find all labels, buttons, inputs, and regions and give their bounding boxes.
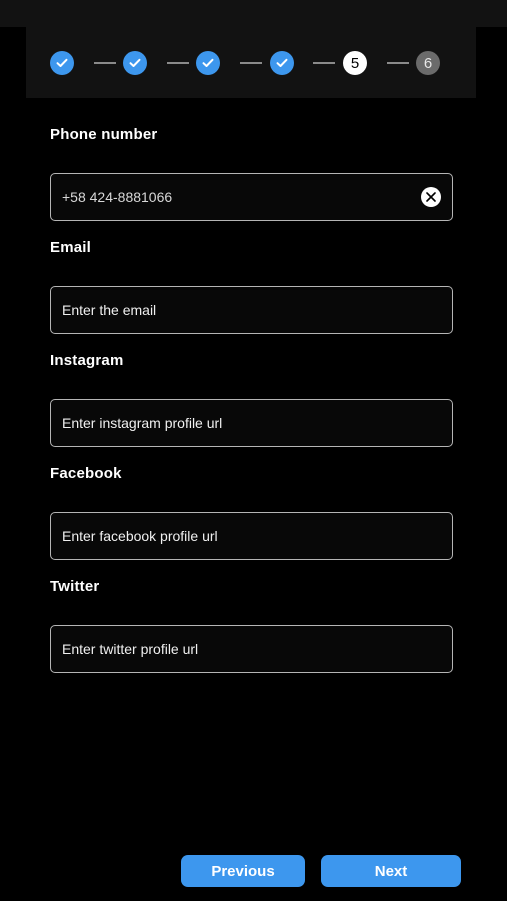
email-label: Email bbox=[50, 239, 92, 256]
next-button[interactable]: Next bbox=[321, 855, 461, 887]
close-circle-icon[interactable] bbox=[421, 187, 441, 207]
instagram-input[interactable] bbox=[62, 400, 412, 446]
instagram-field[interactable] bbox=[50, 399, 453, 447]
phone-input[interactable] bbox=[62, 174, 412, 220]
twitter-field[interactable] bbox=[50, 625, 453, 673]
email-input[interactable] bbox=[62, 287, 412, 333]
phone-label: Phone number bbox=[50, 126, 158, 143]
email-field[interactable] bbox=[50, 286, 453, 334]
step-connector bbox=[240, 62, 262, 64]
facebook-label: Facebook bbox=[50, 465, 122, 482]
step-connector bbox=[313, 62, 335, 64]
step-3 bbox=[196, 51, 220, 75]
twitter-label: Twitter bbox=[50, 578, 100, 595]
check-icon bbox=[202, 58, 214, 67]
check-icon bbox=[276, 58, 288, 67]
top-bar bbox=[0, 0, 507, 27]
step-connector bbox=[94, 62, 116, 64]
facebook-field[interactable] bbox=[50, 512, 453, 560]
check-icon bbox=[56, 58, 68, 67]
step-1 bbox=[50, 51, 74, 75]
progress-stepper: 5 6 bbox=[26, 27, 476, 98]
previous-button[interactable]: Previous bbox=[181, 855, 305, 887]
step-4 bbox=[270, 51, 294, 75]
twitter-input[interactable] bbox=[62, 626, 412, 672]
check-icon bbox=[129, 58, 141, 67]
step-5: 5 bbox=[343, 51, 367, 75]
step-connector bbox=[387, 62, 409, 64]
facebook-input[interactable] bbox=[62, 513, 412, 559]
instagram-label: Instagram bbox=[50, 352, 124, 369]
step-2 bbox=[123, 51, 147, 75]
step-connector bbox=[167, 62, 189, 64]
phone-field[interactable] bbox=[50, 173, 453, 221]
step-6: 6 bbox=[416, 51, 440, 75]
